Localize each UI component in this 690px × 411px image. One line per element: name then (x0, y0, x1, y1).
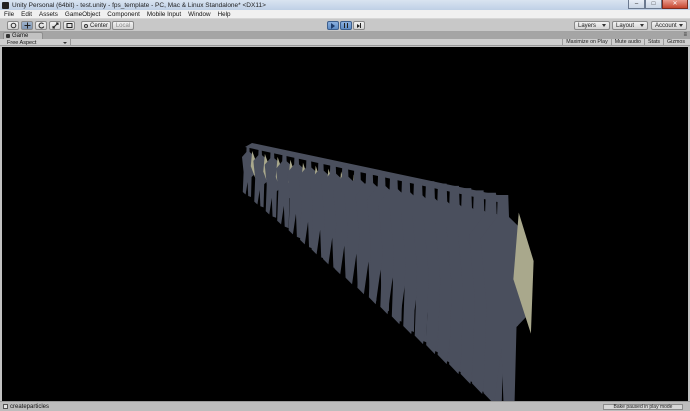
hand-tool-button[interactable] (7, 21, 19, 30)
play-button[interactable] (327, 21, 339, 30)
rect-icon (66, 23, 72, 28)
chevron-down-icon (679, 24, 683, 27)
space-toggle-button[interactable]: Local (112, 21, 134, 30)
layout-label: Layout (616, 22, 635, 29)
chevron-down-icon (63, 41, 67, 44)
menu-edit[interactable]: Edit (21, 11, 32, 18)
panel-menu-icon[interactable]: ≡ (683, 32, 687, 39)
pivot-label: Center (89, 22, 108, 29)
pivot-toggle-button[interactable]: Center (81, 21, 111, 30)
pivot-icon (83, 23, 88, 28)
window-title-bar: Unity Personal (64bit) - test.unity - fp… (0, 0, 690, 10)
bake-status: Bake paused in play mode (600, 403, 683, 411)
window-title: Unity Personal (64bit) - test.unity - fp… (12, 1, 266, 9)
main-toolbar: Center Local Layers Layout Account (0, 19, 690, 32)
game-viewport[interactable] (2, 47, 688, 401)
menu-help[interactable]: Help (218, 11, 231, 18)
menu-gameobject[interactable]: GameObject (65, 11, 100, 18)
panel-tab-bar: Game ≡ (0, 32, 690, 39)
step-icon (356, 23, 362, 28)
minimize-button[interactable]: – (628, 0, 645, 9)
bake-status-label: Bake paused in play mode (613, 404, 673, 410)
menu-window[interactable]: Window (188, 11, 210, 18)
layers-dropdown[interactable]: Layers (574, 21, 610, 30)
space-label: Local (115, 22, 131, 29)
chevron-down-icon (640, 24, 644, 27)
game-controller-icon (6, 34, 10, 38)
game-view-toolbar: Free Aspect Maximize on Play Mute audio … (0, 39, 690, 46)
hand-icon (10, 22, 16, 29)
menu-component[interactable]: Component (107, 11, 140, 18)
status-bar: createparticles Bake paused in play mode (0, 401, 690, 411)
aspect-label: Free Aspect (7, 39, 37, 46)
window-controls: – □ ✕ (628, 0, 688, 10)
voxel-figures-render (242, 143, 534, 401)
gizmos-dropdown[interactable]: Gizmos (663, 39, 688, 46)
status-message[interactable]: createparticles (10, 404, 49, 410)
maximize-button[interactable]: □ (645, 0, 662, 9)
rotate-tool-button[interactable] (35, 21, 47, 30)
rotate-icon (38, 22, 44, 29)
play-icon (331, 22, 335, 29)
layout-dropdown[interactable]: Layout (612, 21, 648, 30)
tab-game[interactable]: Game (3, 32, 43, 39)
game-view-options: Maximize on Play Mute audio Stats Gizmos (562, 39, 688, 46)
account-dropdown[interactable]: Account (651, 21, 687, 30)
console-message-icon (3, 404, 8, 409)
bake-progress-bar: Bake paused in play mode (603, 404, 683, 410)
menu-assets[interactable]: Assets (39, 11, 58, 18)
mute-audio-toggle[interactable]: Mute audio (610, 39, 644, 46)
maximize-on-play-toggle[interactable]: Maximize on Play (562, 39, 611, 46)
menu-bar: File Edit Assets GameObject Component Mo… (0, 10, 690, 19)
close-button[interactable]: ✕ (662, 0, 688, 9)
aspect-dropdown[interactable]: Free Aspect (2, 39, 71, 46)
step-button[interactable] (353, 21, 365, 30)
account-label: Account (655, 22, 677, 29)
rect-tool-button[interactable] (63, 21, 75, 30)
menu-mobile-input[interactable]: Mobile Input (147, 11, 181, 18)
move-icon (24, 22, 30, 29)
layers-label: Layers (578, 22, 597, 29)
unity-logo-icon (2, 1, 9, 9)
menu-file[interactable]: File (4, 11, 14, 18)
stats-toggle[interactable]: Stats (643, 39, 663, 46)
move-tool-button[interactable] (21, 21, 33, 30)
scale-tool-button[interactable] (49, 21, 61, 30)
pause-button[interactable] (340, 21, 352, 30)
scale-icon (52, 22, 58, 29)
chevron-down-icon (602, 24, 606, 27)
pause-icon (344, 23, 348, 28)
